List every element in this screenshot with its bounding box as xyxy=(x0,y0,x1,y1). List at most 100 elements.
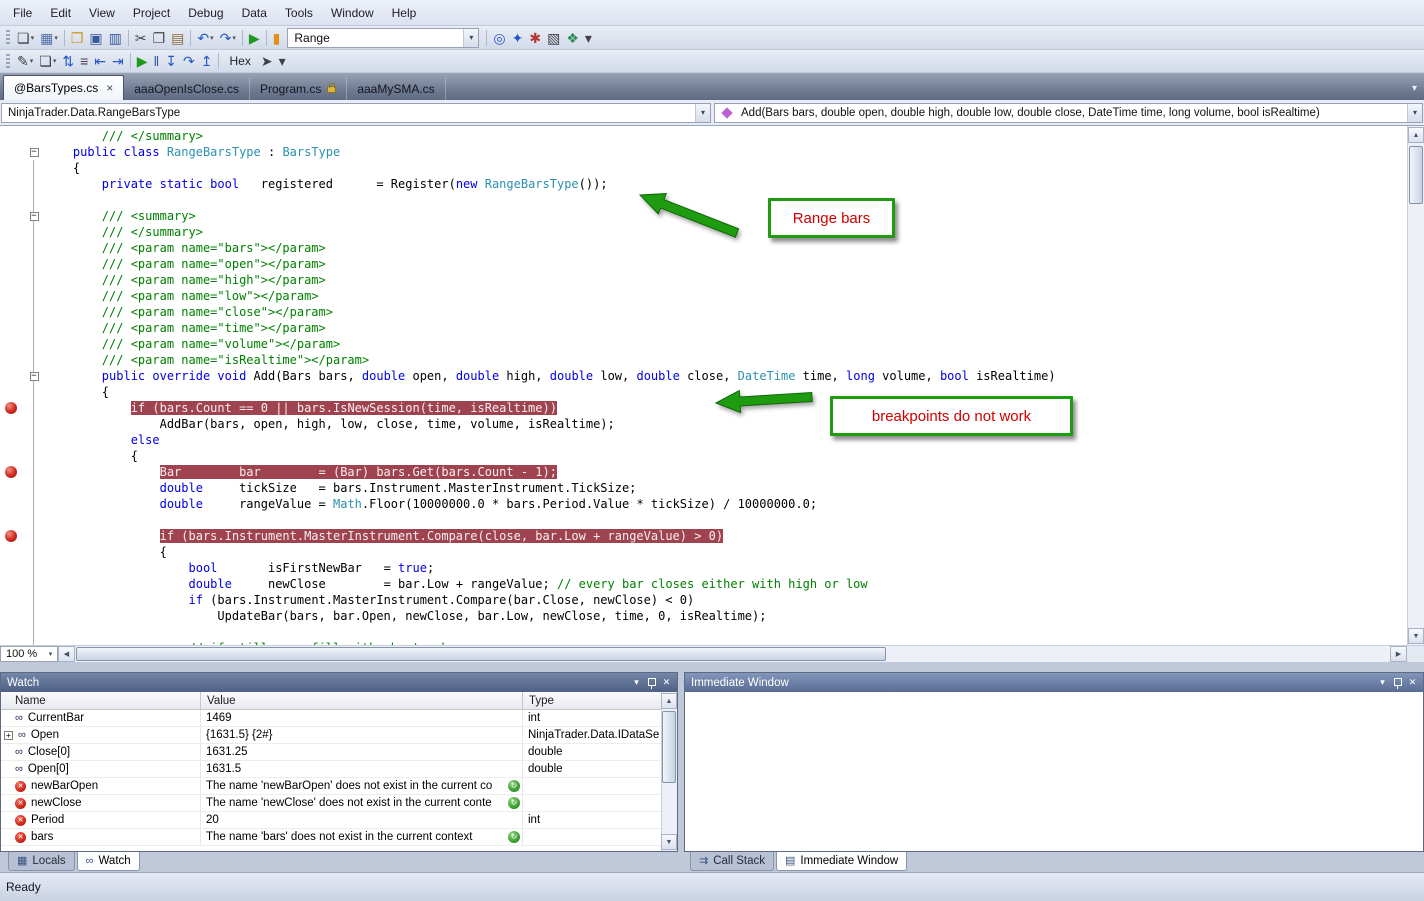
collapse-region-icon[interactable]: − xyxy=(29,147,39,157)
toolbar-grip[interactable] xyxy=(6,30,10,45)
start-debugging-icon[interactable]: ▶ xyxy=(246,27,263,48)
column-header-value[interactable]: Value xyxy=(201,692,523,709)
document-list-icon[interactable]: ▾ xyxy=(1412,83,1417,94)
column-header-name[interactable]: Name xyxy=(1,692,201,709)
watch-row[interactable]: ∞ Close[0] 1631.25 double xyxy=(1,744,661,761)
scroll-left-icon[interactable]: ◀ xyxy=(58,646,75,662)
close-tab-icon[interactable]: × xyxy=(106,82,113,94)
add-item-icon[interactable]: ▦ ▾ xyxy=(37,27,61,48)
collapse-region-icon[interactable]: − xyxy=(29,211,39,221)
scroll-up-icon[interactable]: ▲ xyxy=(661,693,677,709)
chevron-down-icon[interactable]: ▾ xyxy=(1407,103,1422,122)
watch-row[interactable]: ✕ Period 20 int xyxy=(1,812,661,829)
menu-item-view[interactable]: View xyxy=(80,2,124,24)
panel-tab-watch[interactable]: ∞ Watch xyxy=(76,852,140,871)
new-file-icon[interactable]: ❏ ▾ xyxy=(14,27,37,48)
scroll-down-icon[interactable]: ▼ xyxy=(661,834,677,850)
solution-configurations-combo[interactable]: Range ▾ xyxy=(287,27,480,48)
uncomment-icon[interactable]: ❏ ▾ xyxy=(36,51,59,72)
menu-item-edit[interactable]: Edit xyxy=(41,2,80,24)
save-all-icon[interactable]: ▥ xyxy=(106,27,125,48)
chevron-down-icon[interactable]: ▾ xyxy=(210,34,214,42)
immediate-input-area[interactable] xyxy=(685,692,1423,851)
watch-value-cell[interactable]: 1469 xyxy=(201,710,523,726)
new-breakpoint-icon[interactable]: ▮ xyxy=(270,27,284,48)
breakpoint-icon[interactable] xyxy=(5,402,17,414)
refresh-icon[interactable]: ↻ xyxy=(508,831,520,843)
menu-item-tools[interactable]: Tools xyxy=(276,2,322,24)
increase-indent-icon[interactable]: ⇥ xyxy=(109,51,127,72)
menu-item-help[interactable]: Help xyxy=(383,2,426,24)
expand-icon[interactable]: + xyxy=(4,730,13,740)
h-scroll-thumb[interactable] xyxy=(76,647,886,661)
break-all-icon[interactable]: ‖ xyxy=(150,51,162,72)
copy-icon[interactable]: ❐ xyxy=(150,27,169,48)
v-scroll-thumb[interactable] xyxy=(1409,146,1423,204)
refresh-icon[interactable]: ↻ xyxy=(508,780,520,792)
chevron-down-icon[interactable]: ▾ xyxy=(53,57,57,65)
display-whitespace-icon[interactable]: ≡ xyxy=(77,51,91,72)
pin-icon[interactable] xyxy=(644,676,659,690)
watch-row[interactable]: + ∞ Open {1631.5} {2#} NinjaTrader.Data.IDat… xyxy=(1,727,661,744)
undo-icon[interactable]: ↶ ▾ xyxy=(194,27,216,48)
menu-item-data[interactable]: Data xyxy=(233,2,276,24)
breakpoint-icon[interactable] xyxy=(5,466,17,478)
watch-value-cell[interactable]: The name 'newBarOpen' does not exist in … xyxy=(201,778,523,794)
toolbar-grip[interactable] xyxy=(6,53,10,69)
zoom-control[interactable]: 100 % ▾ xyxy=(0,646,58,662)
breakpoint-icon[interactable] xyxy=(5,530,17,542)
types-dropdown[interactable]: NinjaTrader.Data.RangeBarsType ▾ xyxy=(1,102,711,123)
code-editor[interactable]: /// </summary> − public class RangeBarsTy… xyxy=(0,126,1407,645)
open-file-icon[interactable]: ❒ xyxy=(68,27,87,48)
doc-tab--barstypes-cs[interactable]: @BarsTypes.cs × xyxy=(3,75,125,100)
watch-value-cell[interactable]: 20 xyxy=(201,812,523,828)
members-dropdown[interactable]: Add(Bars bars, double open, double high,… xyxy=(714,102,1423,123)
doc-tab-aaamysma-cs[interactable]: aaaMySMA.cs xyxy=(347,78,446,100)
watch-row[interactable]: ∞ CurrentBar 1469 int xyxy=(1,710,661,727)
panel-tab-locals[interactable]: ▦ Locals xyxy=(8,852,75,871)
pointer-icon[interactable]: ➤ xyxy=(258,51,276,72)
step-into-icon[interactable]: ↧ xyxy=(162,51,180,72)
doc-tab-aaaopenisclose-cs[interactable]: aaaOpenIsClose.cs xyxy=(124,78,250,100)
properties-window-icon[interactable]: ▧ xyxy=(544,27,563,48)
chevron-down-icon[interactable]: ▾ xyxy=(463,28,479,47)
h-scroll-track[interactable] xyxy=(75,646,1390,662)
watch-value-cell[interactable]: The name 'bars' does not exist in the cu… xyxy=(201,829,523,845)
sort-icon[interactable]: ⇅ xyxy=(59,51,77,72)
menu-item-project[interactable]: Project xyxy=(124,2,179,24)
watch-row[interactable]: ✕ bars The name 'bars' does not exist in t… xyxy=(1,829,661,846)
chevron-down-icon[interactable]: ▾ xyxy=(232,34,236,42)
find-in-files-icon[interactable]: ◎ xyxy=(490,27,508,48)
window-position-icon[interactable]: ▾ xyxy=(629,676,644,690)
watch-scrollbar[interactable]: ▲ ▼ xyxy=(661,692,677,851)
scroll-right-icon[interactable]: ▶ xyxy=(1390,646,1407,662)
scroll-down-icon[interactable]: ▼ xyxy=(1408,628,1424,644)
step-over-icon[interactable]: ↷ xyxy=(180,51,198,72)
pin-icon[interactable] xyxy=(1390,676,1405,690)
watch-row[interactable]: ✕ newBarOpen The name 'newBarOpen' does no… xyxy=(1,778,661,795)
collapse-region-icon[interactable]: − xyxy=(29,371,39,381)
chevron-down-icon[interactable]: ▾ xyxy=(30,57,34,65)
menu-item-debug[interactable]: Debug xyxy=(179,2,232,24)
window-position-icon[interactable]: ▾ xyxy=(1375,676,1390,690)
refresh-icon[interactable]: ↻ xyxy=(508,797,520,809)
cut-icon[interactable]: ✂ xyxy=(132,27,150,48)
continue-icon[interactable]: ▶ xyxy=(134,51,151,72)
extensions-icon[interactable]: ❖ xyxy=(563,27,582,48)
panel-tab-call-stack[interactable]: ⇉ Call Stack xyxy=(690,852,774,871)
decrease-indent-icon[interactable]: ⇤ xyxy=(91,51,109,72)
toolbar-options-icon[interactable]: ▾ xyxy=(582,27,595,48)
watch-value-cell[interactable]: 1631.5 xyxy=(201,761,523,777)
menu-item-file[interactable]: File xyxy=(4,2,41,24)
comment-icon[interactable]: ✎ ▾ xyxy=(14,51,36,72)
watch-row[interactable]: ∞ Open[0] 1631.5 double xyxy=(1,761,661,778)
close-icon[interactable]: ✕ xyxy=(1405,676,1420,690)
find-symbol-icon[interactable]: ✦ xyxy=(509,27,527,48)
doc-tab-program-cs[interactable]: Program.cs xyxy=(250,78,348,100)
chevron-down-icon[interactable]: ▾ xyxy=(54,34,58,42)
column-header-type[interactable]: Type xyxy=(523,692,661,709)
scroll-up-icon[interactable]: ▲ xyxy=(1408,127,1424,143)
watch-value-cell[interactable]: The name 'newClose' does not exist in th… xyxy=(201,795,523,811)
chevron-down-icon[interactable]: ▾ xyxy=(31,34,35,42)
watch-row[interactable]: ✕ newClose The name 'newClose' does not ex… xyxy=(1,795,661,812)
